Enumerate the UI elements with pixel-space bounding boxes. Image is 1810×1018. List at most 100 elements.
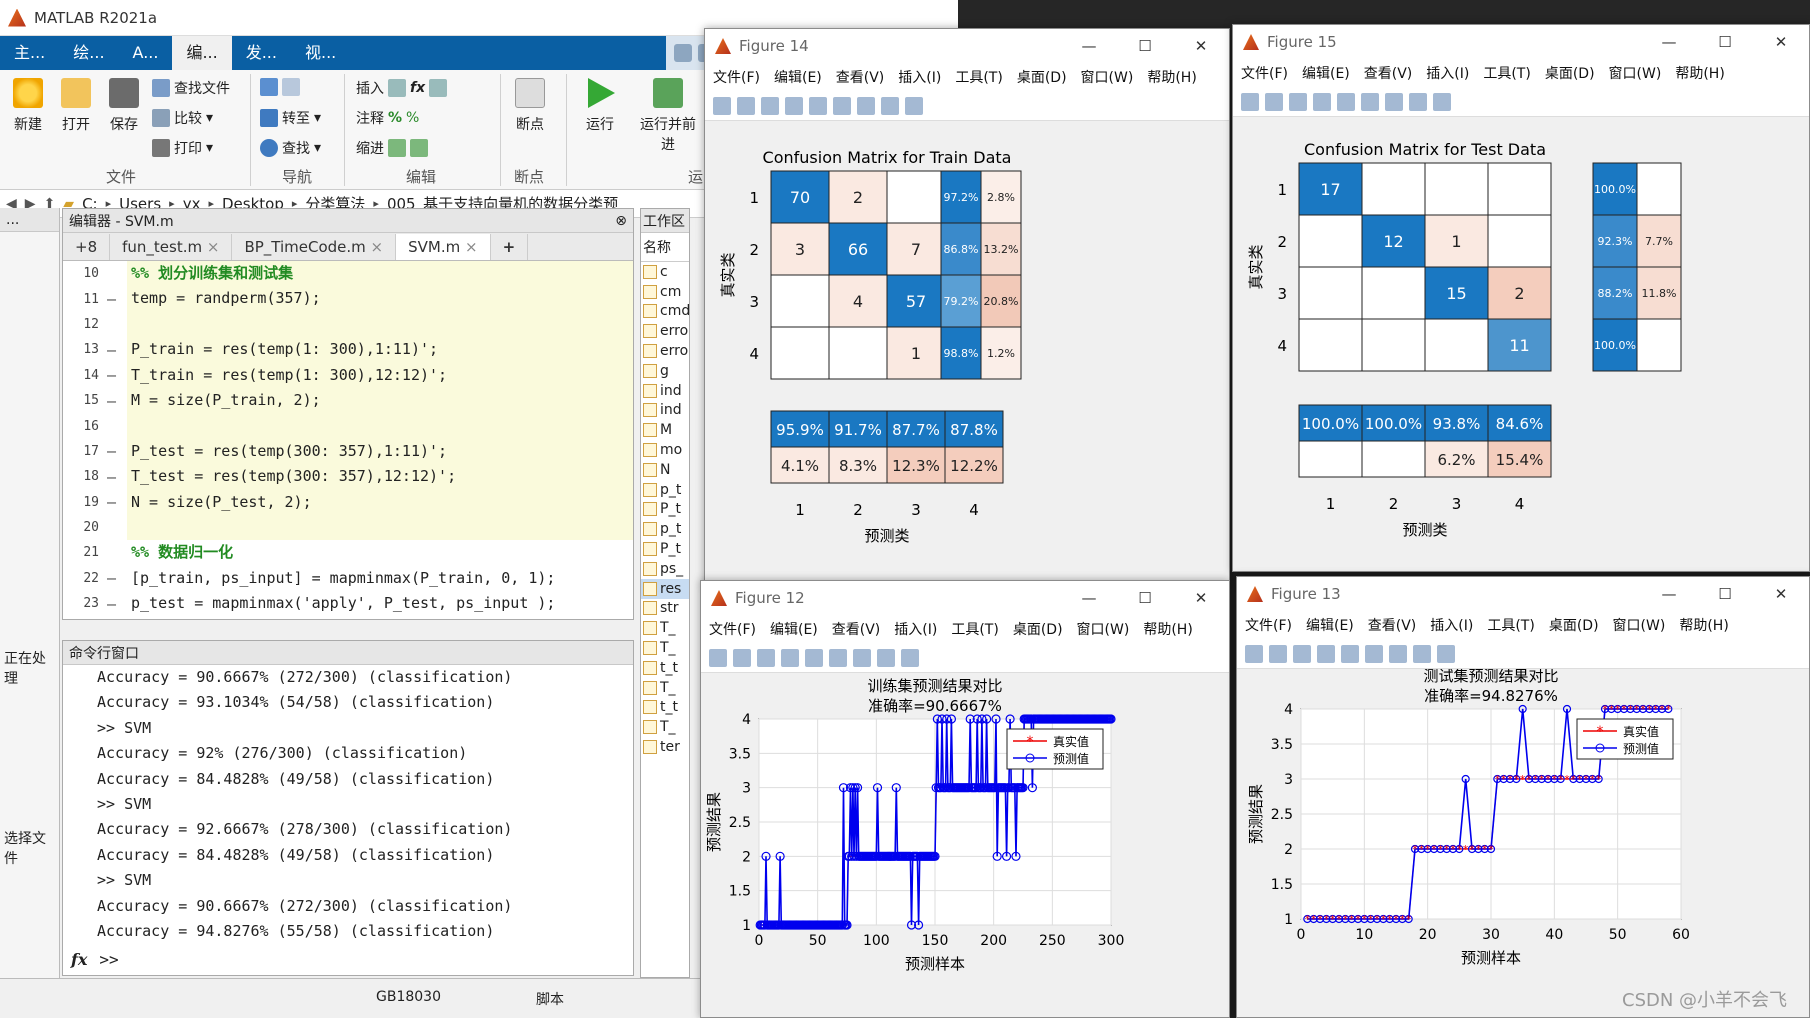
figure-menu-item[interactable]: 工具(T) [1483,63,1530,83]
comment-button[interactable]: 注释%% [356,108,419,128]
workspace-variable[interactable]: mo [641,440,689,460]
print-preview-icon[interactable] [805,648,823,667]
new-figure-icon[interactable] [1241,92,1259,111]
close-icon[interactable]: ✕ [1753,25,1809,59]
ribbon-tab-3[interactable]: 编... [172,36,232,70]
save-icon[interactable] [1293,644,1311,663]
figure-menu-item[interactable]: 文件(F) [713,67,760,87]
figure-menu-item[interactable]: 工具(T) [955,67,1002,87]
workspace-variable[interactable]: ind [641,401,689,421]
editor-tab[interactable]: +8 [63,234,111,260]
new-button[interactable]: 新建 [8,78,48,134]
workspace-variable[interactable]: cmd [641,302,689,322]
workspace-variable[interactable]: erro [641,341,689,361]
pointer-icon[interactable] [881,96,899,115]
pointer-icon[interactable] [1409,92,1427,111]
ribbon-tab-5[interactable]: 视... [291,36,350,70]
save-icon[interactable] [1289,92,1307,111]
workspace-variable[interactable]: p_t [641,480,689,500]
figure-menu-item[interactable]: 窗口(W) [1081,67,1134,87]
compare-button[interactable]: 比较 ▾ [152,108,213,128]
editor-tab[interactable]: fun_test.m × [110,234,233,260]
figure-menu-item[interactable]: 帮助(H) [1147,67,1196,87]
maximize-icon[interactable]: ☐ [1117,29,1173,63]
workspace-variable[interactable]: g [641,361,689,381]
workspace-variable[interactable]: ps_ [641,559,689,579]
workspace-variable[interactable]: T_ [641,717,689,737]
ribbon-tab-0[interactable]: 主... [0,36,59,70]
property-editor-icon[interactable] [901,648,919,667]
workspace-variable[interactable]: N [641,460,689,480]
figure-menu-item[interactable]: 窗口(W) [1609,63,1662,83]
workspace-variable[interactable]: t_t [641,658,689,678]
legend-icon[interactable] [1389,644,1407,663]
editor-menu-icon[interactable]: ⊗ [615,213,627,229]
figure-menu-item[interactable]: 查看(V) [836,67,885,87]
breakpoint-marker[interactable]: — [107,341,127,359]
command-prompt[interactable]: fx >> [71,950,119,969]
print-icon[interactable] [785,96,803,115]
figure-menu-item[interactable]: 编辑(E) [770,619,818,639]
figure-menu-item[interactable]: 帮助(H) [1143,619,1192,639]
go-to-button[interactable]: 转至 ▾ [260,108,321,128]
back-forward-buttons[interactable] [260,78,300,96]
maximize-icon[interactable]: ☐ [1117,581,1173,615]
workspace-variable[interactable]: str [641,599,689,619]
figure-menu-item[interactable]: 查看(V) [1364,63,1413,83]
workspace-variable[interactable]: t_t [641,698,689,718]
figure-menu-item[interactable]: 窗口(W) [1077,619,1130,639]
figure-menu-item[interactable]: 桌面(D) [1013,619,1063,639]
open-icon[interactable] [1265,92,1283,111]
breakpoint-marker[interactable]: — [107,442,127,460]
workspace-variable[interactable]: T_ [641,618,689,638]
figure-menu-item[interactable]: 查看(V) [1368,615,1417,635]
insert-button[interactable]: 插入 fx [356,78,448,98]
save-icon[interactable] [761,96,779,115]
figure-menu-item[interactable]: 编辑(E) [774,67,822,87]
print-icon[interactable] [1313,92,1331,111]
new-figure-icon[interactable] [713,96,731,115]
breakpoint-marker[interactable]: — [107,569,127,587]
indent-button[interactable]: 缩进 [356,138,428,158]
figure-menu-item[interactable]: 插入(I) [894,619,937,639]
new-figure-icon[interactable] [1245,644,1263,663]
close-tab-icon[interactable]: × [366,238,384,256]
workspace-variable[interactable]: ind [641,381,689,401]
figure-menu-item[interactable]: 查看(V) [832,619,881,639]
figure-menu-item[interactable]: 插入(I) [1426,63,1469,83]
workspace-variable[interactable]: cm [641,282,689,302]
figure-menu-item[interactable]: 文件(F) [1241,63,1288,83]
pointer-icon[interactable] [877,648,895,667]
open-icon[interactable] [1269,644,1287,663]
ribbon-tab-1[interactable]: 绘... [59,36,118,70]
print-icon[interactable] [1317,644,1335,663]
figure-menu-item[interactable]: 桌面(D) [1549,615,1599,635]
property-editor-icon[interactable] [905,96,923,115]
legend-icon[interactable] [857,96,875,115]
workspace-variable[interactable]: c [641,262,689,282]
minimize-icon[interactable]: — [1061,581,1117,615]
breakpoint-marker[interactable]: — [107,392,127,410]
workspace-variable[interactable]: M [641,420,689,440]
breakpoint-marker[interactable]: — [107,493,127,511]
run-advance-button[interactable]: 运行并前进 [636,78,700,154]
open-icon[interactable] [737,96,755,115]
breakpoint-marker[interactable]: — [107,366,127,384]
new-figure-icon[interactable] [709,648,727,667]
maximize-icon[interactable]: ☐ [1697,577,1753,611]
breakpoint-marker[interactable]: — [107,595,127,613]
find-files-button[interactable]: 查找文件 [152,78,230,98]
print-preview-icon[interactable] [1341,644,1359,663]
figure-menu-item[interactable]: 帮助(H) [1679,615,1728,635]
workspace-variable[interactable]: T_ [641,638,689,658]
figure-menu-item[interactable]: 工具(T) [951,619,998,639]
workspace-variable[interactable]: T_ [641,678,689,698]
breakpoint-marker[interactable]: — [107,290,127,308]
code-area[interactable]: 10%% 划分训练集和测试集 11— temp = randperm(357); 12… [63,261,633,616]
command-output[interactable]: Accuracy = 90.6667% (272/300) (classific… [63,665,633,944]
save-icon[interactable] [757,648,775,667]
workspace-variable[interactable]: p_t [641,519,689,539]
property-editor-icon[interactable] [1433,92,1451,111]
minimize-icon[interactable]: — [1641,577,1697,611]
open-icon[interactable] [733,648,751,667]
